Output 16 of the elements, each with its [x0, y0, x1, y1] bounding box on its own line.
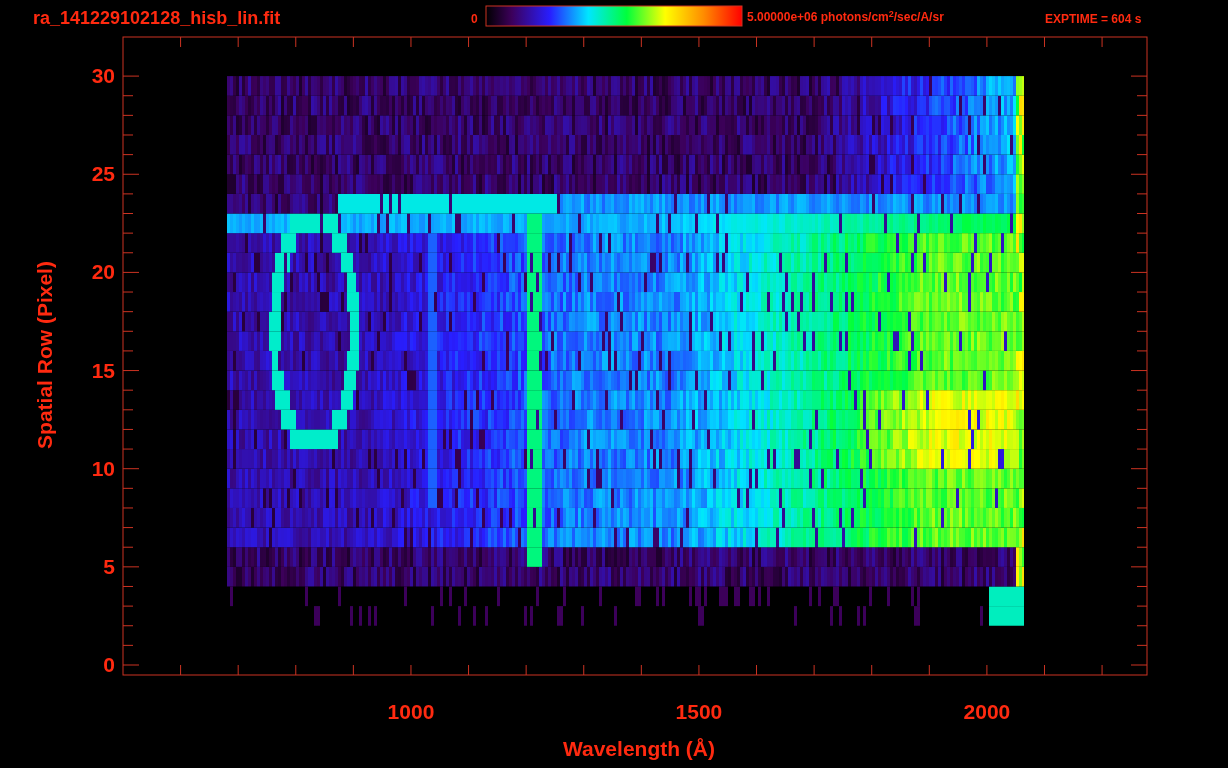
y-tick-label: 0 — [103, 653, 115, 677]
x-tick-label: 2000 — [963, 700, 1011, 724]
y-axis-label: Spatial Row (Pixel) — [32, 261, 57, 449]
x-tick-label: 1000 — [387, 700, 435, 724]
colorbar-max-label: 5.00000e+06 photons/cm$^{2}$/sec/A/sr — [747, 9, 944, 25]
y-tick-label: 25 — [91, 162, 115, 187]
x-axis-label: Wavelength (Å) — [562, 736, 716, 762]
y-tick-label: 20 — [91, 260, 115, 285]
y-tick-label: 10 — [91, 456, 115, 481]
x-tick-label: 1500 — [675, 700, 723, 724]
y-tick-label: 15 — [91, 358, 115, 383]
file-title: ra_141229102128_hisb_lin.fit — [33, 7, 281, 30]
y-tick-label: 30 — [91, 64, 115, 89]
exposure-time: EXPTIME = 604 s — [1045, 11, 1142, 28]
y-tick-label: 5 — [103, 554, 115, 579]
colorbar-min-label: 0 — [471, 11, 478, 28]
